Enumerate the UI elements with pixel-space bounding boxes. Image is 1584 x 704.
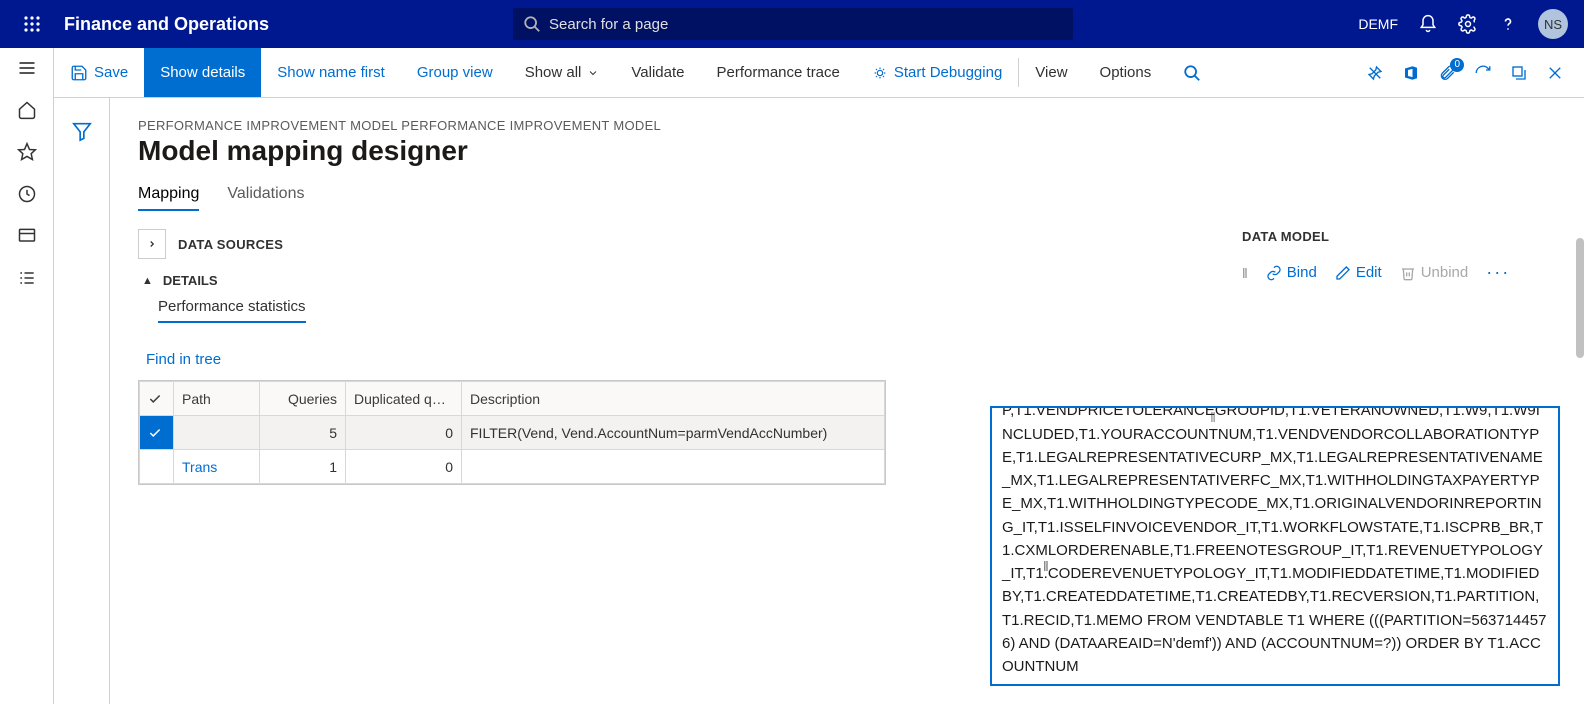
settings-icon[interactable]: [1458, 14, 1478, 34]
attachments-badge: 0: [1450, 58, 1464, 72]
content: PERFORMANCE IMPROVEMENT MODEL PERFORMANC…: [110, 98, 1584, 704]
data-sources-header: DATA SOURCES: [178, 237, 283, 252]
group-view-button[interactable]: Group view: [401, 48, 509, 97]
show-details-button[interactable]: Show details: [144, 48, 261, 97]
table-header-row: Path Queries Duplicated que... Descripti…: [140, 382, 885, 416]
show-all-dropdown[interactable]: Show all: [509, 48, 616, 97]
table-row[interactable]: 5 0 FILTER(Vend, Vend.AccountNum=parmVen…: [140, 416, 885, 450]
sql-output-box[interactable]: ADMINISTRATORRECID,T1.VENDORTYPE_MX,T1.V…: [990, 406, 1560, 686]
modules-icon[interactable]: [17, 268, 37, 288]
cell-queries: 1: [260, 450, 346, 484]
close-icon[interactable]: [1546, 64, 1564, 82]
office-icon[interactable]: [1402, 64, 1420, 82]
chevron-down-icon: [587, 67, 599, 79]
panel-resizer[interactable]: ‖: [1242, 265, 1248, 281]
performance-trace-button[interactable]: Performance trace: [700, 48, 855, 97]
pencil-icon: [1335, 265, 1351, 281]
cell-desc: FILTER(Vend, Vend.AccountNum=parmVendAcc…: [462, 416, 885, 450]
app-title: Finance and Operations: [64, 14, 269, 35]
favorite-icon[interactable]: [17, 142, 37, 162]
show-name-first-button[interactable]: Show name first: [261, 48, 401, 97]
hamburger-icon[interactable]: [17, 58, 37, 78]
cell-desc: [462, 450, 885, 484]
col-queries[interactable]: Queries: [260, 382, 346, 416]
main-tabs: Mapping Validations: [138, 185, 1560, 211]
cmd-search-icon[interactable]: [1167, 48, 1217, 97]
user-avatar[interactable]: NS: [1538, 9, 1568, 39]
trash-icon: [1400, 265, 1416, 281]
edit-button[interactable]: Edit: [1335, 264, 1382, 281]
filter-column: [54, 98, 110, 704]
home-icon[interactable]: [17, 100, 37, 120]
cell-path: Trans: [174, 450, 260, 484]
find-in-tree-link[interactable]: Find in tree: [146, 351, 1218, 368]
tab-validations[interactable]: Validations: [227, 185, 304, 211]
performance-table: Path Queries Duplicated que... Descripti…: [138, 380, 886, 485]
cell-dup: 0: [346, 450, 462, 484]
main-area: PERFORMANCE IMPROVEMENT MODEL PERFORMANC…: [54, 98, 1584, 704]
workspace-icon[interactable]: [17, 226, 37, 246]
unbind-button: Unbind: [1400, 264, 1469, 281]
app-launcher-icon[interactable]: [8, 15, 56, 33]
cell-path: [174, 416, 260, 450]
notifications-icon[interactable]: [1418, 14, 1438, 34]
subtab-performance-statistics[interactable]: Performance statistics: [158, 298, 306, 323]
data-model-header: DATA MODEL: [1242, 229, 1560, 244]
caret-down-icon: ▲: [142, 275, 153, 287]
debug-icon: [872, 65, 888, 81]
search-input[interactable]: [513, 8, 1073, 40]
left-nav-rail: [0, 48, 54, 704]
global-search[interactable]: [513, 8, 1073, 40]
help-icon[interactable]: [1498, 14, 1518, 34]
path-link[interactable]: Trans: [182, 459, 217, 475]
view-menu[interactable]: View: [1019, 48, 1083, 97]
cell-dup: 0: [346, 416, 462, 450]
link-icon: [1266, 265, 1282, 281]
scrollbar-thumb[interactable]: [1576, 238, 1584, 358]
save-button[interactable]: Save: [54, 48, 144, 97]
command-bar: Save Show details Show name first Group …: [0, 48, 1584, 98]
row-checkbox[interactable]: [140, 416, 174, 450]
cell-queries: 5: [260, 416, 346, 450]
tab-mapping[interactable]: Mapping: [138, 185, 199, 211]
details-section-header[interactable]: ▲ DETAILS: [138, 273, 1218, 288]
refresh-icon[interactable]: [1474, 64, 1492, 82]
start-debugging-button[interactable]: Start Debugging: [856, 48, 1018, 97]
validate-button[interactable]: Validate: [615, 48, 700, 97]
col-duplicated[interactable]: Duplicated que...: [346, 382, 462, 416]
table-row[interactable]: Trans 1 0: [140, 450, 885, 484]
col-description[interactable]: Description: [462, 382, 885, 416]
top-nav: Finance and Operations DEMF NS: [0, 0, 1584, 48]
attachments-icon[interactable]: 0: [1438, 64, 1456, 82]
page-title: Model mapping designer: [138, 135, 1560, 167]
more-actions-button[interactable]: ···: [1486, 262, 1510, 283]
popout-icon[interactable]: [1510, 64, 1528, 82]
bind-button[interactable]: Bind: [1266, 264, 1317, 281]
options-menu[interactable]: Options: [1084, 48, 1168, 97]
environment-label[interactable]: DEMF: [1358, 16, 1398, 32]
pin-icon[interactable]: [1366, 64, 1384, 82]
select-all-checkbox[interactable]: [140, 382, 174, 416]
col-path[interactable]: Path: [174, 382, 260, 416]
breadcrumb: PERFORMANCE IMPROVEMENT MODEL PERFORMANC…: [138, 118, 1560, 133]
expand-datasources-button[interactable]: [138, 229, 166, 259]
row-checkbox[interactable]: [140, 450, 174, 484]
filter-icon[interactable]: [71, 120, 93, 704]
chevron-right-icon: [147, 239, 157, 249]
recent-icon[interactable]: [17, 184, 37, 204]
